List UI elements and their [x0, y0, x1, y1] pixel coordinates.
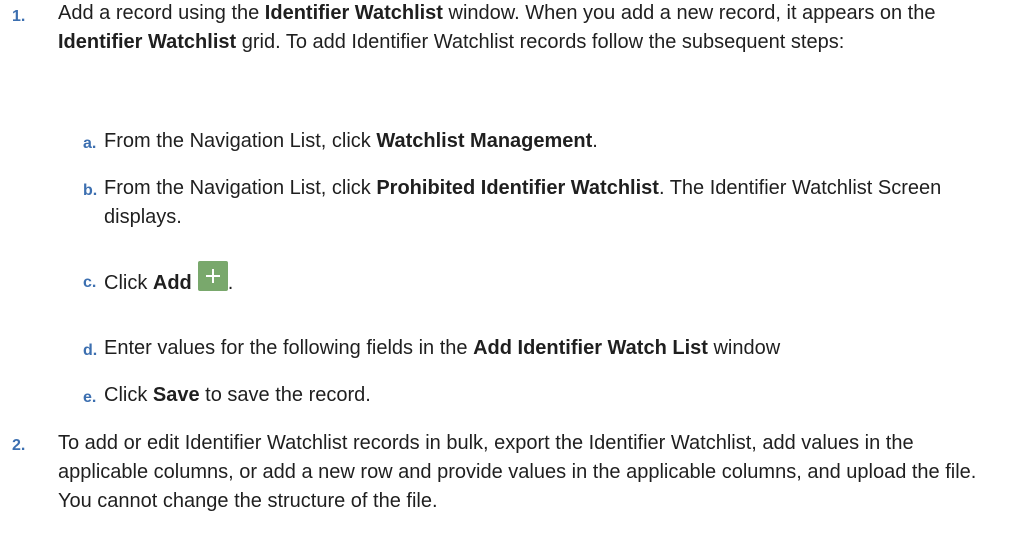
substep-letter: b.	[83, 182, 98, 199]
step-number: 1.	[12, 8, 26, 25]
substep-e-text: Click Save to save the record.	[104, 384, 371, 406]
substep-b-text: From the Navigation List, click Prohibit…	[104, 177, 942, 228]
substep-letter: d.	[83, 342, 98, 359]
substep-d-text: Enter values for the following fields in…	[104, 337, 781, 359]
substep-a-text: From the Navigation List, click Watchlis…	[104, 130, 598, 152]
plus-icon	[197, 261, 228, 291]
window-name: Identifier Watchlist	[264, 2, 443, 24]
menu-item-prohibited-identifier-watchlist: Prohibited Identifier Watchlist	[376, 177, 659, 199]
save-label: Save	[152, 384, 200, 406]
grid-name: Identifier Watchlist	[58, 31, 237, 53]
step-1-text: Add a record using the Identifier Watchl…	[58, 2, 936, 53]
substep-letter: e.	[83, 389, 97, 406]
substep-letter: c.	[83, 274, 97, 291]
step-number: 2.	[12, 437, 26, 454]
substep-letter: a.	[83, 135, 97, 152]
window-add-identifier-watch-list: Add Identifier Watch List	[473, 337, 708, 359]
add-label: Add	[152, 272, 192, 294]
step-2-text: To add or edit Identifier Watchlist reco…	[58, 432, 977, 512]
substep-c-text: Click Add.	[104, 261, 1014, 298]
menu-item-watchlist-management: Watchlist Management	[376, 130, 593, 152]
